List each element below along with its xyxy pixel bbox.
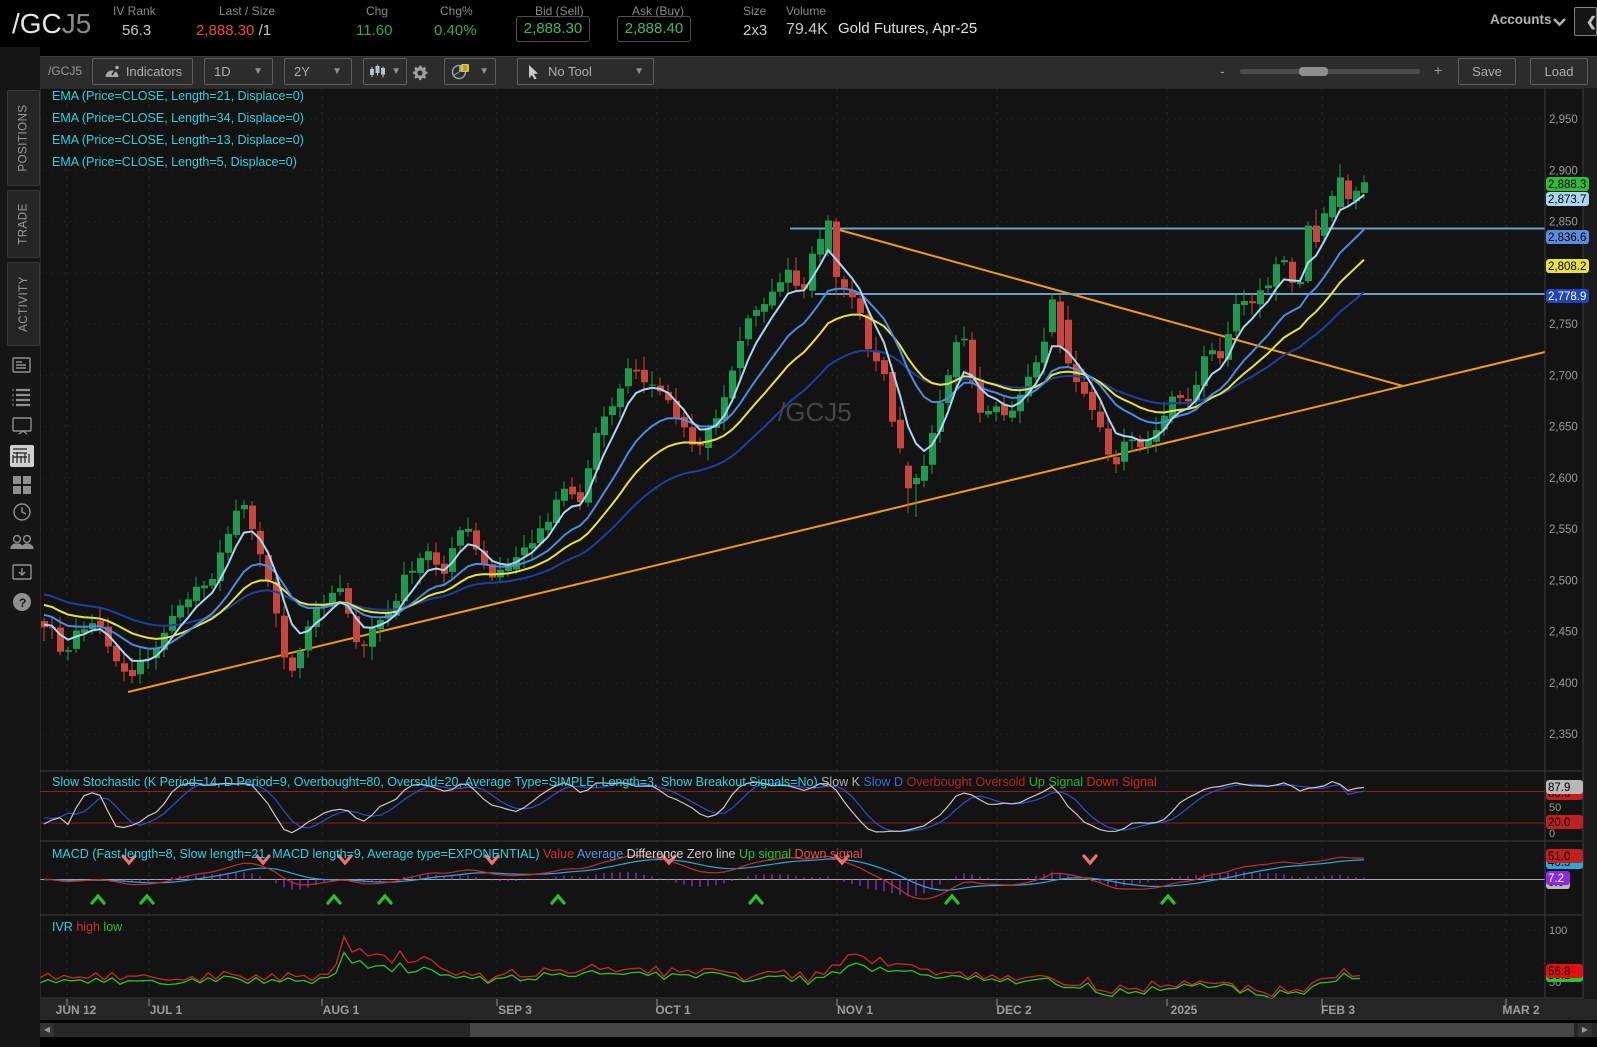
svg-text:2,808.2: 2,808.2 (1548, 261, 1586, 273)
svg-text:AUG 1: AUG 1 (323, 1003, 360, 1017)
svg-text:Slow Stochastic (K Period=14,: Slow Stochastic (K Period=14, D Period=9… (52, 775, 1157, 789)
svg-text:EMA (Price=CLOSE, Length=34, D: EMA (Price=CLOSE, Length=34, Displace=0) (52, 111, 304, 125)
svg-text:EMA (Price=CLOSE, Length=5, Di: EMA (Price=CLOSE, Length=5, Displace=0) (52, 155, 297, 169)
svg-text:JUN 12: JUN 12 (56, 1003, 97, 1017)
svg-text:SEP 3: SEP 3 (498, 1003, 532, 1017)
svg-text:2,350: 2,350 (1549, 729, 1578, 741)
svg-text:2,400: 2,400 (1549, 678, 1578, 690)
svg-text:OCT 1: OCT 1 (655, 1003, 691, 1017)
svg-text:2,836.6: 2,836.6 (1548, 232, 1586, 244)
svg-text:2,950: 2,950 (1549, 114, 1578, 126)
svg-text:2,900: 2,900 (1549, 165, 1578, 177)
svg-text:EMA (Price=CLOSE, Length=21, D: EMA (Price=CLOSE, Length=21, Displace=0) (52, 89, 304, 103)
svg-text:2,650: 2,650 (1549, 422, 1578, 434)
svg-text:50: 50 (1549, 802, 1561, 814)
svg-text:2,778.9: 2,778.9 (1548, 291, 1586, 303)
svg-text:2,600: 2,600 (1549, 473, 1578, 485)
svg-text:2,850: 2,850 (1549, 217, 1578, 229)
svg-text:2025: 2025 (1171, 1003, 1198, 1017)
svg-text:0: 0 (1549, 828, 1555, 840)
svg-text:2,750: 2,750 (1549, 319, 1578, 331)
svg-text:FEB 3: FEB 3 (1321, 1003, 1355, 1017)
svg-text:7.2: 7.2 (1548, 873, 1564, 885)
svg-text:JUL 1: JUL 1 (150, 1003, 183, 1017)
svg-text:2,873.7: 2,873.7 (1548, 194, 1586, 206)
svg-text:?: ? (19, 596, 26, 610)
svg-text:/GCJ5: /GCJ5 (778, 397, 852, 427)
svg-text:IVR high low: IVR high low (52, 920, 123, 934)
svg-text:100: 100 (1549, 925, 1567, 937)
svg-text:EMA (Price=CLOSE, Length=13, D: EMA (Price=CLOSE, Length=13, Displace=0) (52, 133, 304, 147)
svg-text:2,888.3: 2,888.3 (1548, 179, 1586, 191)
svg-text:2,450: 2,450 (1549, 627, 1578, 639)
svg-text:87.9: 87.9 (1548, 782, 1570, 794)
svg-text:2,550: 2,550 (1549, 524, 1578, 536)
svg-text:MAR 2: MAR 2 (1502, 1003, 1540, 1017)
svg-text:2,700: 2,700 (1549, 370, 1578, 382)
svg-text:NOV 1: NOV 1 (837, 1003, 873, 1017)
svg-text:20.0: 20.0 (1548, 817, 1570, 829)
svg-text:51.0: 51.0 (1548, 851, 1570, 863)
svg-text:2,500: 2,500 (1549, 575, 1578, 587)
svg-text:DEC 2: DEC 2 (996, 1003, 1032, 1017)
svg-text:56.8: 56.8 (1548, 966, 1570, 978)
svg-text:MACD (Fast length=8, Slow leng: MACD (Fast length=8, Slow length=21, MAC… (52, 847, 863, 861)
